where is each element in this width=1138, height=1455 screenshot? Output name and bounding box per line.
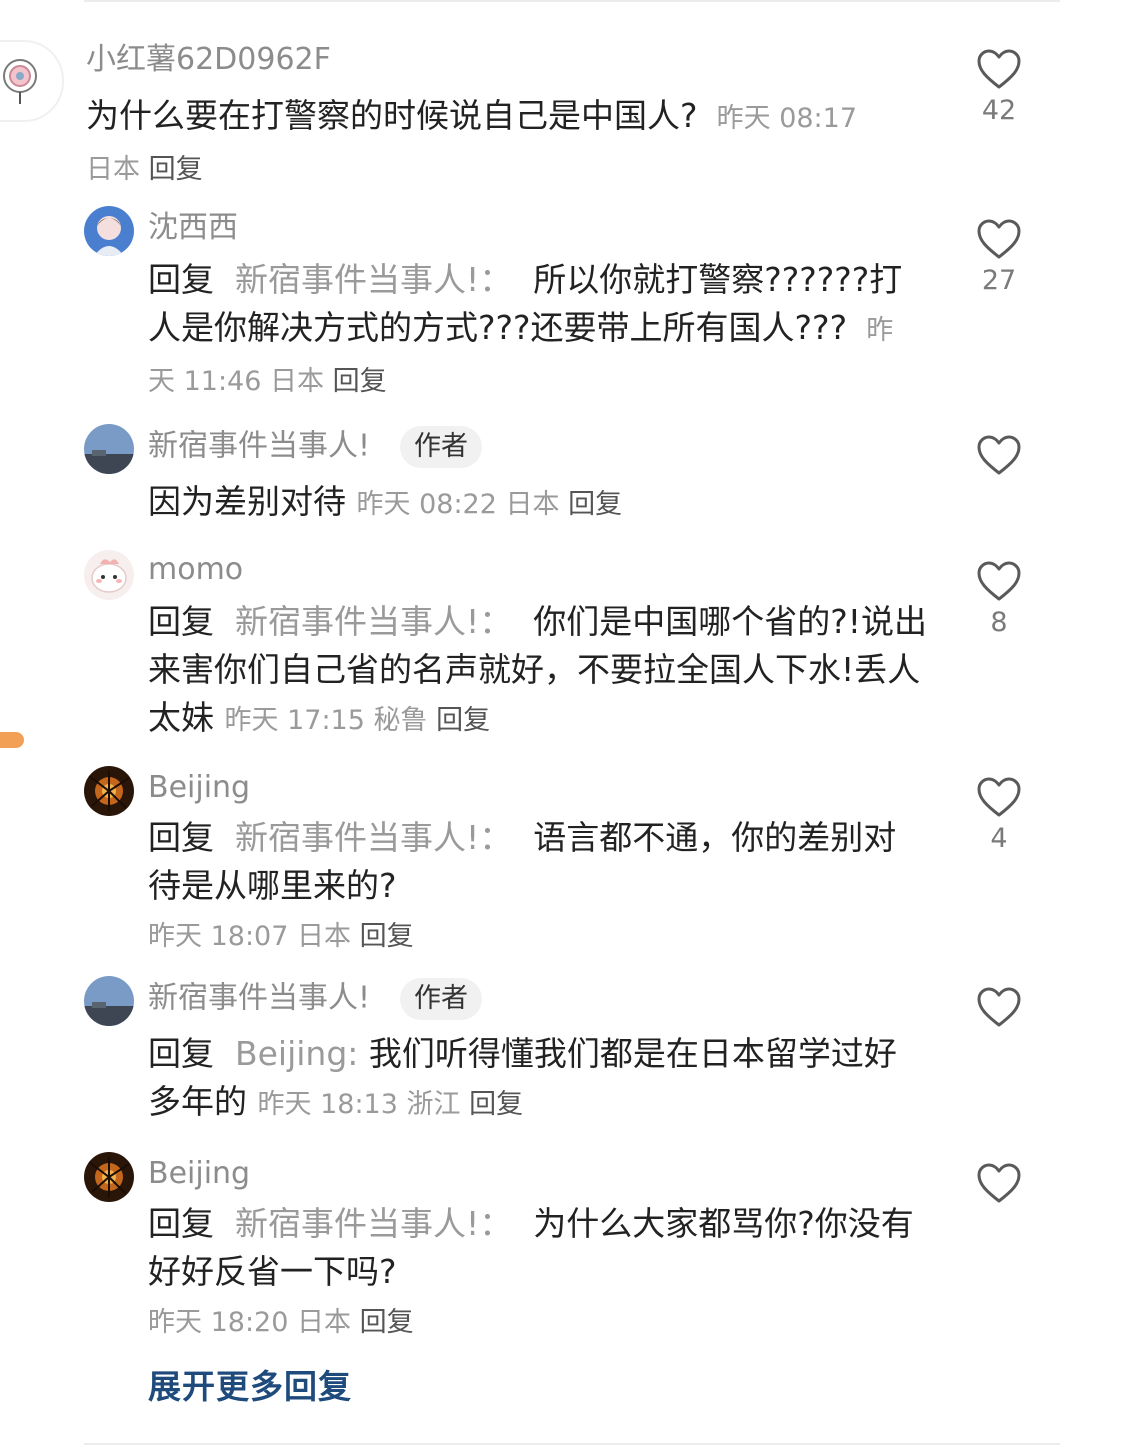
like-count: 27 xyxy=(981,265,1017,296)
like-button[interactable]: 4 xyxy=(970,776,1028,854)
reply-username[interactable]: Beijing xyxy=(148,768,250,808)
reply-body: 回复 Beijing: 我们听得懂我们都是在日本留学过好多年的 昨天 18:13… xyxy=(148,1030,918,1129)
reply-button[interactable]: 回复 xyxy=(333,366,387,397)
reply-body: 因为差别对待 昨天 08:22 日本 回复 xyxy=(148,478,928,529)
bottom-divider xyxy=(84,1443,1060,1445)
mention[interactable]: 新宿事件当事人!： xyxy=(235,1204,512,1243)
like-count: 42 xyxy=(981,95,1017,126)
mention[interactable]: Beijing: xyxy=(235,1034,358,1073)
reply-prefix: 回复 xyxy=(148,260,214,299)
reply-body: 回复 新宿事件当事人!： 所以你就打警察??????打人是你解决方式的方式???… xyxy=(148,256,918,406)
reply-button[interactable]: 回复 xyxy=(568,489,622,520)
top-divider xyxy=(84,0,1060,2)
expand-more-replies-button[interactable]: 展开更多回复 xyxy=(148,1360,352,1408)
reply-time: 昨天 18:20 xyxy=(148,1307,289,1338)
mention[interactable]: 新宿事件当事人!： xyxy=(235,602,512,641)
heart-outline-icon xyxy=(977,219,1021,259)
like-button[interactable]: 8 xyxy=(970,560,1028,638)
reply-button[interactable]: 回复 xyxy=(360,1307,414,1338)
reply-body: 回复 新宿事件当事人!： 你们是中国哪个省的?!说出来害你们自己省的名声就好，不… xyxy=(148,598,928,745)
heart-outline-icon xyxy=(977,1163,1021,1203)
heart-outline-icon xyxy=(977,777,1021,817)
reply-location: 日本 xyxy=(297,1307,351,1338)
like-button[interactable]: 42 xyxy=(970,48,1028,126)
comment-location: 日本 xyxy=(86,154,140,185)
reply-time: 昨天 18:07 xyxy=(148,921,289,952)
avatar[interactable] xyxy=(84,550,134,600)
avatar[interactable] xyxy=(84,424,134,474)
comment-text: 为什么要在打警察的时候说自己是中国人? xyxy=(86,96,698,135)
like-count: 4 xyxy=(990,823,1008,854)
reply-meta: 昨天 18:20 日本 回复 xyxy=(148,1307,414,1338)
author-badge: 作者 xyxy=(400,978,483,1020)
avatar[interactable] xyxy=(84,766,134,816)
reply-meta: 昨天 17:15 秘鲁 回复 xyxy=(225,705,491,736)
avatar[interactable] xyxy=(84,976,134,1026)
reply-meta: 昨天 18:13 浙江 回复 xyxy=(258,1089,524,1120)
reply-time: 昨天 17:15 xyxy=(224,705,365,736)
heart-outline-icon xyxy=(977,987,1021,1027)
avatar[interactable] xyxy=(84,1152,134,1202)
reply-username: 新宿事件当事人! 作者 xyxy=(148,426,483,468)
avatar[interactable] xyxy=(84,206,134,256)
reply-time: 昨天 08:22 xyxy=(356,489,497,520)
reply-time: 昨天 18:13 xyxy=(257,1089,398,1120)
comment-body: 为什么要在打警察的时候说自己是中国人? 昨天 08:17 日本 回复 xyxy=(86,92,906,194)
comment-time: 昨天 08:17 xyxy=(716,103,858,134)
reply-text: 因为差别对待 xyxy=(148,482,346,521)
reply-body: 回复 新宿事件当事人!： 为什么大家都骂你?你没有好好反省一下吗? 昨天 18:… xyxy=(148,1200,918,1347)
reply-username-text[interactable]: 新宿事件当事人! xyxy=(148,981,370,1016)
like-count: 8 xyxy=(990,607,1008,638)
author-badge: 作者 xyxy=(400,426,483,468)
reply-location: 日本 xyxy=(505,489,560,520)
reply-meta: 昨天 18:07 日本 回复 xyxy=(148,921,414,952)
reply-location: 日本 xyxy=(297,921,351,952)
heart-outline-icon xyxy=(977,49,1021,89)
comment-username[interactable]: 小红薯62D0962F xyxy=(86,40,331,80)
reply-button[interactable]: 回复 xyxy=(469,1089,523,1120)
heart-outline-icon xyxy=(977,435,1021,475)
reply-location: 浙江 xyxy=(406,1089,461,1120)
reply-body: 回复 新宿事件当事人!： 语言都不通，你的差别对待是从哪里来的? 昨天 18:0… xyxy=(148,814,918,961)
reply-location: 秘鲁 xyxy=(373,705,428,736)
reply-username[interactable]: Beijing xyxy=(148,1154,250,1194)
reply-location: 日本 xyxy=(270,366,324,397)
like-button[interactable]: 27 xyxy=(970,218,1028,296)
side-marker xyxy=(0,732,24,748)
like-button[interactable] xyxy=(970,986,1028,1028)
reply-prefix: 回复 xyxy=(148,1034,214,1073)
reply-meta: 昨天 08:22 日本 回复 xyxy=(357,489,623,520)
mention[interactable]: 新宿事件当事人!： xyxy=(235,818,512,857)
mention[interactable]: 新宿事件当事人!： xyxy=(235,260,512,299)
reply-prefix: 回复 xyxy=(148,818,214,857)
like-button[interactable] xyxy=(970,1162,1028,1204)
reply-prefix: 回复 xyxy=(148,1204,214,1243)
reply-button[interactable]: 回复 xyxy=(360,921,414,952)
reply-username[interactable]: momo xyxy=(148,550,243,590)
reply-username-text[interactable]: 新宿事件当事人! xyxy=(148,429,370,464)
heart-outline-icon xyxy=(977,561,1021,601)
reply-username: 新宿事件当事人! 作者 xyxy=(148,978,483,1020)
reply-button[interactable]: 回复 xyxy=(149,154,203,185)
avatar-main[interactable] xyxy=(0,40,64,122)
like-button[interactable] xyxy=(970,434,1028,476)
reply-username[interactable]: 沈西西 xyxy=(148,208,238,248)
reply-prefix: 回复 xyxy=(148,602,214,641)
reply-button[interactable]: 回复 xyxy=(436,705,490,736)
